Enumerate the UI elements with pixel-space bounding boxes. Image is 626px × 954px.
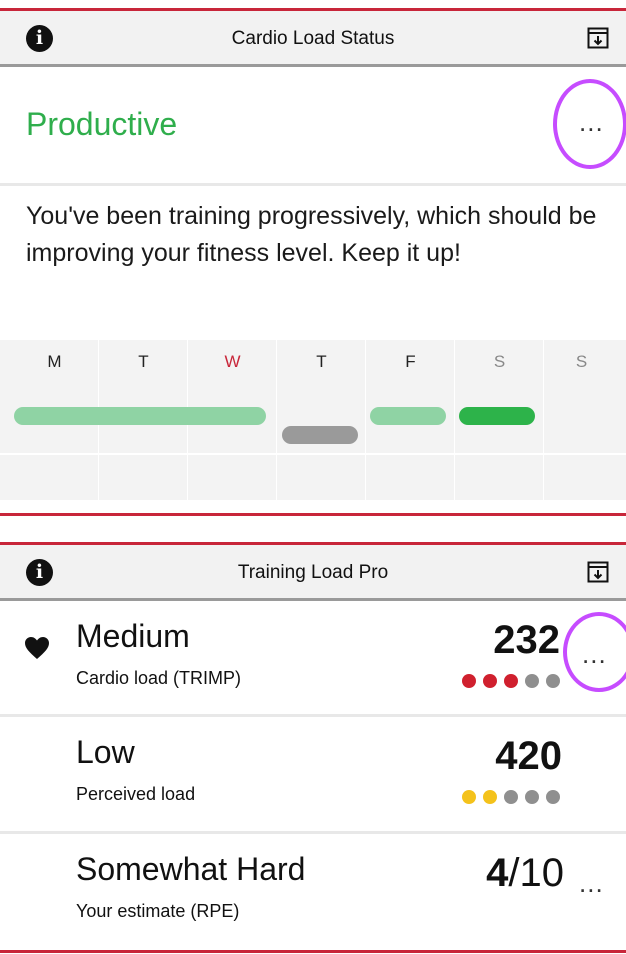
weekly-load-chart: M T W T F S S [0, 340, 626, 500]
grid-line [0, 453, 626, 455]
metric-row-rpe[interactable]: Somewhat Hard Your estimate (RPE) 4/10 .… [0, 837, 626, 953]
day-label: T [316, 352, 327, 371]
rating-dots [455, 674, 560, 688]
day-label-highlighted: W [224, 352, 241, 371]
rating-dot [504, 674, 518, 688]
day-label: F [405, 352, 416, 371]
export-icon[interactable] [587, 27, 609, 49]
export-icon[interactable] [587, 561, 609, 583]
metric-row-cardio-load[interactable]: Medium Cardio load (TRIMP) 232 ... [0, 604, 626, 720]
metric-label: Your estimate (RPE) [76, 901, 240, 921]
metric-value-number: 4 [486, 851, 509, 895]
metric-label: Cardio load (TRIMP) [76, 668, 242, 688]
divider [0, 183, 626, 186]
divider [0, 831, 626, 834]
day-label: S [575, 352, 588, 371]
heart-icon [25, 637, 49, 659]
load-bar-green [459, 407, 535, 425]
bottom-accent-rule [0, 950, 626, 953]
rating-dot [525, 790, 539, 804]
rating-dot [525, 674, 539, 688]
cardio-load-more-button[interactable]: ... [582, 641, 607, 667]
cardio-load-header: i Cardio Load Status [0, 11, 626, 67]
metric-value-number: 232 [493, 618, 560, 662]
rating-dot [462, 790, 476, 804]
load-bar-light-green [370, 407, 446, 425]
metric-value: 420 [495, 734, 562, 779]
day-label: T [138, 352, 149, 371]
metric-value: 4/10 [486, 851, 564, 896]
metric-level: Medium [76, 618, 190, 654]
metric-value-number: 420 [495, 734, 562, 778]
cardio-status-label: Productive [26, 106, 178, 142]
rating-dot [546, 674, 560, 688]
cardio-more-button[interactable]: ... [579, 109, 604, 135]
rpe-more-button[interactable]: ... [579, 870, 604, 896]
cardio-status-row: Productive ... [0, 78, 626, 186]
metric-level: Low [76, 734, 135, 770]
rating-dot [483, 674, 497, 688]
metric-row-perceived-load[interactable]: Low Perceived load 420 [0, 720, 626, 836]
cardio-description: You've been training progressively, whic… [26, 202, 597, 267]
cardio-load-title: Cardio Load Status [231, 28, 395, 49]
rating-dot [462, 674, 476, 688]
section-gap [0, 516, 626, 542]
rating-dot [483, 790, 497, 804]
metric-label: Perceived load [76, 784, 196, 804]
day-label: S [493, 352, 506, 371]
metric-value: 232 [493, 618, 560, 663]
day-label: M [47, 352, 62, 371]
divider [0, 714, 626, 717]
training-load-header: i Training Load Pro [0, 545, 626, 601]
metric-level: Somewhat Hard [76, 851, 306, 887]
rating-dots [455, 790, 560, 804]
training-load-title: Training Load Pro [237, 562, 389, 583]
rating-dot [546, 790, 560, 804]
rating-dot [504, 790, 518, 804]
load-bar-gray [282, 426, 358, 444]
load-bar-light-green [14, 407, 266, 425]
metric-value-denominator: /10 [508, 851, 564, 895]
